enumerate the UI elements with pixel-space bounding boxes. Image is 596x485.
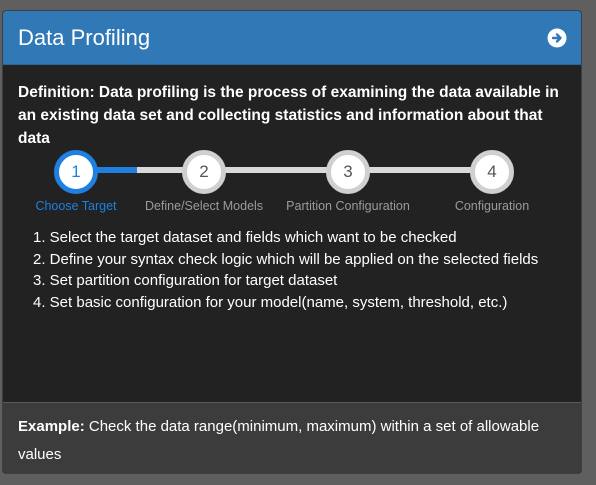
step-3-circle[interactable]: 3 <box>326 150 370 194</box>
step-wizard: 1 2 3 4 Choose Target Define/Select Mode… <box>3 11 581 221</box>
example-footer: Example: Check the data range(minimum, m… <box>3 402 581 473</box>
instruction-list: 1. Select the target dataset and fields … <box>33 227 538 313</box>
instruction-item: 1. Select the target dataset and fields … <box>33 229 457 246</box>
instruction-item: 3. Set partition configuration for targe… <box>33 272 338 289</box>
example-text: Example: Check the data range(minimum, m… <box>18 413 563 469</box>
data-profiling-panel: Data Profiling Definition: Data profilin… <box>2 10 582 474</box>
step-2-label[interactable]: Define/Select Models <box>129 199 279 213</box>
example-body: Check the data range(minimum, maximum) w… <box>18 418 540 463</box>
step-track <box>77 167 500 173</box>
step-4-circle[interactable]: 4 <box>470 150 514 194</box>
step-3-label[interactable]: Partition Configuration <box>273 199 423 213</box>
step-2-circle[interactable]: 2 <box>182 150 226 194</box>
instruction-item: 2. Define your syntax check logic which … <box>33 250 539 268</box>
instruction-item: 4. Set basic configuration for your mode… <box>33 293 508 311</box>
example-label: Example: <box>18 418 85 435</box>
step-4-label[interactable]: Configuration <box>417 199 567 213</box>
step-1-circle[interactable]: 1 <box>54 150 98 194</box>
